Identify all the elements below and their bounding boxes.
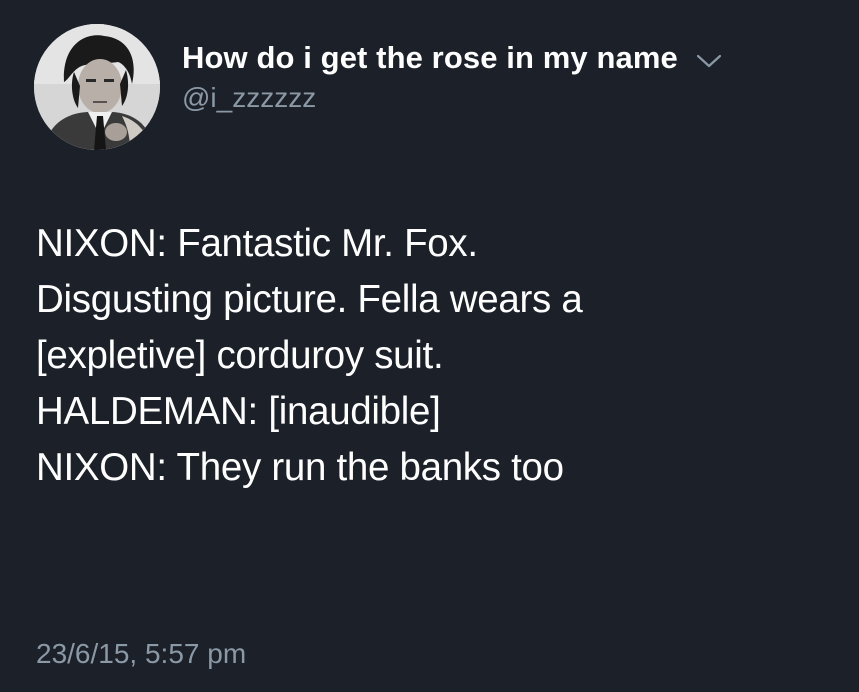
tweet-line: NIXON: They run the banks too: [36, 446, 564, 489]
tweet-line: HALDEMAN: [inaudible]: [36, 390, 441, 433]
tweet-header: How do i get the rose in my name @i_zzzz…: [34, 24, 722, 154]
tweet: How do i get the rose in my name @i_zzzz…: [0, 0, 859, 692]
author-block: How do i get the rose in my name @i_zzzz…: [182, 40, 722, 114]
tweet-line: Disgusting picture. Fella wears a: [36, 278, 583, 321]
tweet-line: NIXON: Fantastic Mr. Fox.: [36, 222, 478, 265]
avatar[interactable]: [34, 24, 160, 150]
username-handle[interactable]: @i_zzzzzz: [182, 82, 722, 114]
tweet-timestamp[interactable]: 23/6/15, 5:57 pm: [36, 638, 246, 670]
name-row: How do i get the rose in my name: [182, 40, 722, 76]
chevron-down-icon[interactable]: [696, 53, 722, 69]
tweet-line: [expletive] corduroy suit.: [36, 334, 444, 377]
tweet-text: NIXON: Fantastic Mr. Fox. Disgusting pic…: [36, 216, 836, 496]
display-name[interactable]: How do i get the rose in my name: [182, 40, 678, 76]
avatar-photo: [34, 24, 160, 150]
